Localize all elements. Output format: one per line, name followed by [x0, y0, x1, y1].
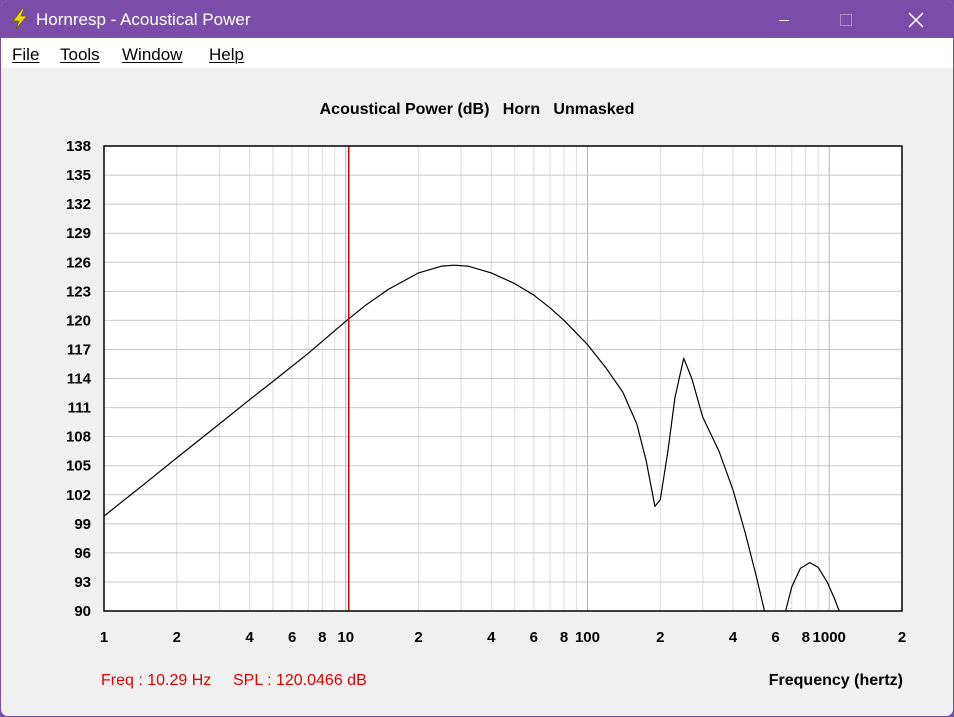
maximize-icon — [840, 13, 852, 26]
y-tick-label: 93 — [74, 574, 91, 591]
y-tick-label: 135 — [66, 167, 91, 184]
lightning-bolt-icon — [9, 8, 31, 30]
menu-help[interactable]: Help — [209, 45, 244, 65]
x-tick-label: 2 — [173, 629, 181, 646]
x-tick-label: 8 — [318, 629, 326, 646]
y-tick-label: 105 — [66, 458, 91, 475]
status-spl: SPL : 120.0466 dB — [233, 672, 367, 689]
y-tick-label: 117 — [67, 341, 91, 358]
maximize-button[interactable] — [823, 1, 869, 38]
x-tick-label: 4 — [729, 629, 738, 646]
x-tick-label: 1 — [100, 629, 108, 646]
acoustical-power-chart[interactable]: 1381351321291261231201171141111081051029… — [1, 68, 953, 716]
close-button[interactable] — [893, 1, 939, 38]
x-tick-label: 6 — [530, 629, 538, 646]
menu-tools[interactable]: Tools — [60, 45, 100, 65]
x-tick-label: 2 — [414, 629, 422, 646]
x-tick-label: 4 — [487, 629, 496, 646]
x-tick-label: 10 — [337, 629, 354, 646]
menu-bar: File Tools Window Help — [1, 38, 953, 68]
menu-window[interactable]: Window — [122, 45, 182, 65]
window-title: Hornresp - Acoustical Power — [36, 10, 251, 29]
x-tick-label: 1000 — [813, 629, 846, 646]
x-tick-label: 8 — [802, 629, 810, 646]
y-tick-label: 102 — [66, 487, 91, 504]
y-tick-label: 99 — [74, 516, 91, 533]
y-tick-label: 123 — [66, 283, 91, 300]
x-tick-label: 8 — [560, 629, 568, 646]
minimize-button[interactable] — [761, 1, 807, 38]
x-axis-label: Frequency (hertz) — [769, 672, 903, 689]
chart-title: Acoustical Power (dB) Horn Unmasked — [320, 101, 635, 118]
y-tick-label: 120 — [66, 312, 91, 329]
y-tick-label: 129 — [66, 225, 91, 242]
menu-file[interactable]: File — [12, 45, 39, 65]
y-tick-label: 111 — [68, 400, 91, 417]
x-tick-label: 2 — [898, 629, 906, 646]
close-icon — [908, 11, 924, 28]
app-window: Hornresp - Acoustical Power File Tools W… — [1, 1, 953, 716]
y-tick-label: 126 — [66, 254, 91, 271]
x-tick-label: 4 — [245, 629, 254, 646]
y-tick-label: 132 — [66, 196, 91, 213]
x-tick-label: 2 — [656, 629, 664, 646]
title-bar[interactable]: Hornresp - Acoustical Power — [1, 1, 953, 38]
y-tick-label: 96 — [74, 545, 91, 562]
y-tick-label: 108 — [66, 429, 91, 446]
y-tick-label: 114 — [67, 371, 92, 388]
y-tick-label: 138 — [66, 138, 91, 155]
status-freq: Freq : 10.29 Hz — [101, 672, 211, 689]
minimize-icon — [779, 19, 789, 21]
x-tick-label: 6 — [288, 629, 296, 646]
x-tick-label: 6 — [771, 629, 779, 646]
x-tick-label: 100 — [575, 629, 600, 646]
y-tick-label: 90 — [74, 603, 91, 620]
